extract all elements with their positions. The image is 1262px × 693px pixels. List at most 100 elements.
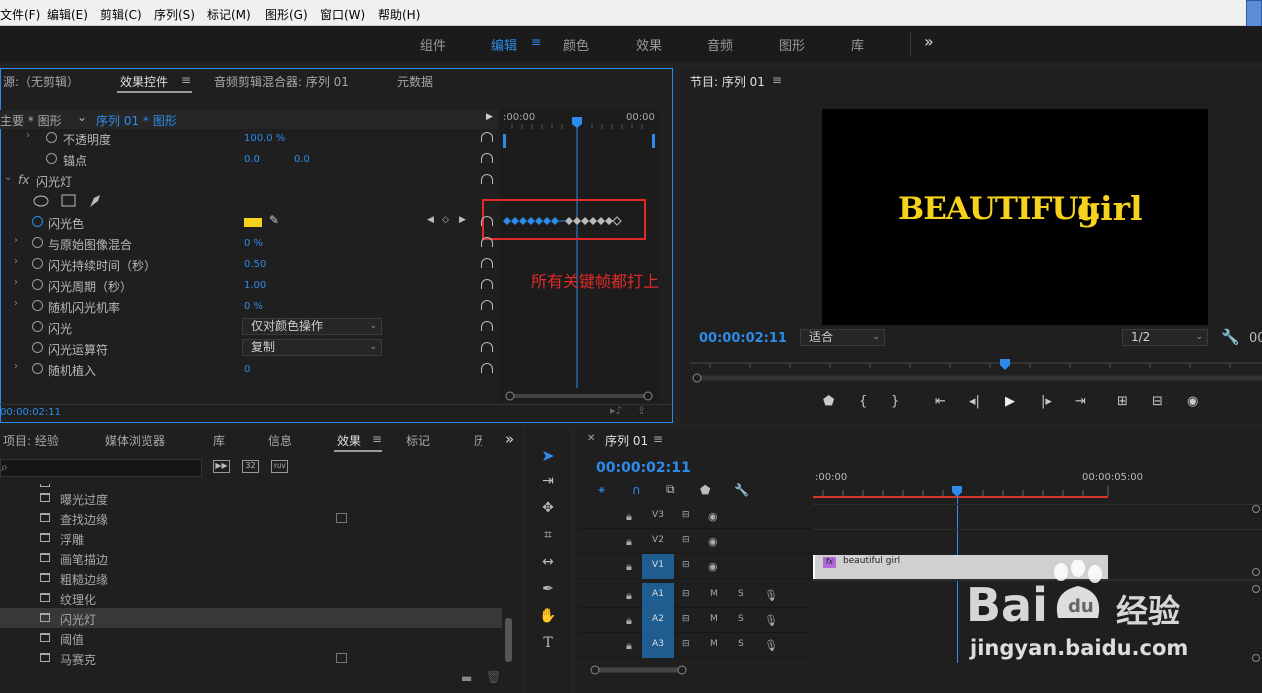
menu-clip[interactable]: 剪辑(C) xyxy=(100,6,142,23)
solo-button[interactable]: S xyxy=(738,589,744,599)
go-to-out-icon[interactable]: ⇥ xyxy=(1075,394,1117,409)
panel-menu-icon[interactable]: ≡ xyxy=(181,73,191,87)
tab-libraries[interactable]: 库 xyxy=(213,432,225,449)
prev-keyframe-icon[interactable]: ◀ xyxy=(427,215,434,225)
panel-menu-icon[interactable]: ≡ xyxy=(653,432,663,446)
32bit-icon[interactable]: 32 xyxy=(242,460,259,473)
eyedropper-icon[interactable]: ✎ xyxy=(269,213,279,227)
reset-icon[interactable] xyxy=(481,363,493,373)
workspace-assembly[interactable]: 组件 xyxy=(420,35,446,54)
track-select-tool-icon[interactable]: ⇥ xyxy=(536,473,560,493)
workspace-libraries[interactable]: 库 xyxy=(851,35,864,54)
workspace-more-button[interactable]: » xyxy=(924,32,934,51)
add-keyframe-icon[interactable]: ◇ xyxy=(442,215,449,225)
tab-media-browser[interactable]: 媒体浏览器 xyxy=(105,432,165,449)
more-tabs-icon[interactable]: » xyxy=(505,430,514,448)
delete-icon[interactable]: 🗑 xyxy=(486,670,501,684)
workspace-editing[interactable]: 编辑 xyxy=(491,35,517,54)
audio-icon[interactable]: ▸♪ xyxy=(610,404,623,417)
razor-tool-icon[interactable]: ⌗ xyxy=(536,527,560,547)
mark-in-icon[interactable]: { xyxy=(859,394,891,409)
play-triangle-icon[interactable]: ▶ xyxy=(486,112,493,122)
effect-item[interactable]: 查找边缘 xyxy=(0,508,502,528)
insert-icon[interactable]: ⊞ xyxy=(1117,394,1152,409)
nest-icon[interactable]: ⚹ xyxy=(598,482,632,497)
reset-icon[interactable] xyxy=(481,216,493,226)
reset-icon[interactable] xyxy=(481,237,493,247)
menu-edit[interactable]: 编辑(E) xyxy=(47,6,88,23)
pen-tool-icon[interactable]: ✒ xyxy=(536,581,560,601)
sync-icon[interactable]: ⊟ xyxy=(682,510,690,520)
tab-audio-mixer[interactable]: 音频剪辑混合器: 序列 01 xyxy=(214,73,349,90)
lock-icon[interactable]: 🔒︎ xyxy=(626,614,632,628)
play-icon[interactable]: ▶ xyxy=(1005,394,1041,409)
sequence-clip-label[interactable]: 序列 01 * 图形 xyxy=(96,112,177,129)
reset-icon[interactable] xyxy=(481,258,493,268)
tab-history[interactable]: 历 xyxy=(474,432,482,449)
color-swatch[interactable] xyxy=(244,218,262,227)
workspace-audio[interactable]: 音频 xyxy=(707,35,733,54)
snap-magnet-icon[interactable]: ∩ xyxy=(632,483,666,497)
mute-button[interactable]: M xyxy=(710,589,718,599)
panel-menu-icon[interactable]: ≡ xyxy=(772,73,782,87)
close-icon[interactable]: ✕ xyxy=(587,433,595,444)
eye-icon[interactable]: ◉ xyxy=(708,510,718,523)
effect-item[interactable]: 纹理化 xyxy=(0,588,502,608)
slip-tool-icon[interactable]: ↔ xyxy=(536,554,560,574)
tab-effects[interactable]: 效果 xyxy=(337,432,361,449)
reset-icon[interactable] xyxy=(481,300,493,310)
workspace-menu-icon[interactable]: ≡ xyxy=(531,35,541,49)
wrench-icon[interactable]: 🔧 xyxy=(734,483,768,497)
program-timecode[interactable]: 00:00:02:11 xyxy=(699,331,787,346)
wrench-icon[interactable]: 🔧 xyxy=(1221,328,1240,346)
tab-project[interactable]: 项目: 经验 xyxy=(3,432,59,449)
menu-window[interactable]: 窗口(W) xyxy=(320,6,365,23)
tab-effect-controls[interactable]: 效果控件 xyxy=(120,73,168,90)
yuv-icon[interactable]: YUV xyxy=(271,460,288,473)
effect-item[interactable]: 粗糙边缘 xyxy=(0,568,502,588)
add-marker-icon[interactable]: ⬟ xyxy=(823,394,859,409)
resolution-dropdown[interactable]: 1/2 ⌄ xyxy=(1122,329,1208,346)
anchor-x[interactable]: 0.0 xyxy=(244,154,260,165)
sync-icon[interactable]: ⊟ xyxy=(682,560,690,570)
opacity-value[interactable]: 100.0 % xyxy=(244,133,285,144)
menu-sequence[interactable]: 序列(S) xyxy=(154,6,195,23)
sync-icon[interactable]: ⊟ xyxy=(682,535,690,545)
workspace-effects[interactable]: 效果 xyxy=(636,35,662,54)
step-forward-icon[interactable]: |▸ xyxy=(1041,394,1075,409)
next-keyframe-icon[interactable]: ▶ xyxy=(459,215,466,225)
menu-graphics[interactable]: 图形(G) xyxy=(265,6,308,23)
effect-item[interactable]: 浮雕 xyxy=(0,528,502,548)
effect-item[interactable]: 曝光过度 xyxy=(0,488,502,508)
timeline-ruler[interactable] xyxy=(813,484,1262,504)
solo-button[interactable]: S xyxy=(738,639,744,649)
effect-item[interactable]: 画笔描边 xyxy=(0,548,502,568)
lock-icon[interactable]: 🔒︎ xyxy=(626,535,632,549)
mute-button[interactable]: M xyxy=(710,614,718,624)
mute-button[interactable]: M xyxy=(710,639,718,649)
mic-icon[interactable]: 🎙︎ xyxy=(764,589,778,602)
mic-icon[interactable]: 🎙︎ xyxy=(764,614,778,627)
mark-out-icon[interactable]: } xyxy=(891,394,935,409)
workspace-color[interactable]: 颜色 xyxy=(563,35,589,54)
reset-icon[interactable] xyxy=(481,132,493,142)
lock-icon[interactable]: 🔒︎ xyxy=(626,589,632,603)
lock-icon[interactable]: 🔒︎ xyxy=(626,560,632,574)
reset-icon[interactable] xyxy=(481,174,493,184)
mic-icon[interactable]: 🎙︎ xyxy=(764,639,778,652)
tab-source[interactable]: 源:（无剪辑） xyxy=(3,73,79,90)
lock-icon[interactable]: 🔒︎ xyxy=(626,510,632,524)
timeline-timecode[interactable]: 00:00:02:11 xyxy=(596,460,691,476)
type-tool-icon[interactable]: T xyxy=(536,635,560,655)
fit-dropdown[interactable]: 适合 ⌄ xyxy=(800,329,885,346)
eye-icon[interactable]: ◉ xyxy=(708,560,718,573)
sequence-tab[interactable]: 序列 01 xyxy=(605,432,648,449)
camera-icon[interactable]: ◉ xyxy=(1187,394,1217,409)
reset-icon[interactable] xyxy=(481,279,493,289)
sync-icon[interactable]: ⊟ xyxy=(682,589,690,599)
go-to-in-icon[interactable]: ⇤ xyxy=(935,394,969,409)
menu-help[interactable]: 帮助(H) xyxy=(378,6,420,23)
fx-icon[interactable]: fx xyxy=(18,173,29,187)
effect-item[interactable]: 阈值 xyxy=(0,628,502,648)
selection-tool-icon[interactable]: ➤ xyxy=(536,446,560,466)
